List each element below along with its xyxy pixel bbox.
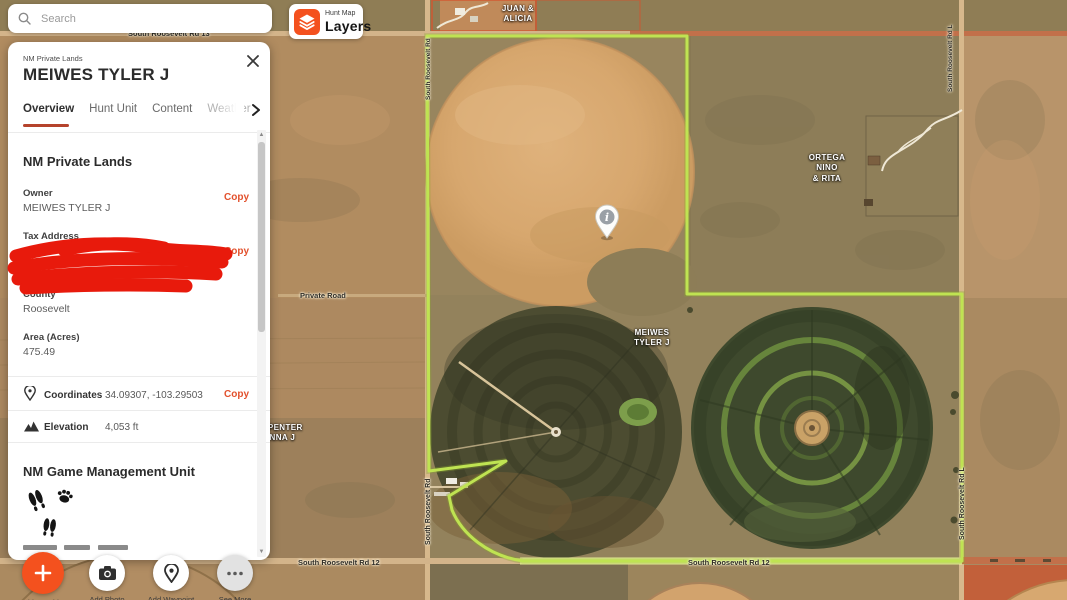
plus-icon: [34, 564, 52, 582]
clipped-text: [98, 545, 128, 550]
add-waypoint-button[interactable]: Add Waypoint: [142, 555, 200, 600]
panel-category: NM Private Lands: [23, 54, 83, 63]
search-icon: [18, 12, 31, 25]
crop-circle-right: [691, 307, 933, 549]
tax-address-label: Tax Address: [23, 231, 79, 242]
camera-icon: [98, 565, 117, 581]
clipped-text: [23, 545, 57, 550]
add-photo-button[interactable]: Add Photo: [78, 555, 136, 600]
field-plot-outline: [866, 116, 958, 216]
road-label-right-vertical: South Roosevelt Rd L: [959, 467, 966, 540]
copy-tax-address-button[interactable]: Copy: [224, 246, 249, 257]
owner-value: MEIWES TYLER J: [23, 202, 110, 214]
action-bar: Add to Folder Add Photo Add Waypoint: [14, 555, 264, 600]
panel-title: MEIWES TYLER J: [23, 65, 169, 85]
active-tab-underline: [23, 124, 69, 127]
road-label-bottom-right: South Roosevelt Rd 12: [688, 558, 770, 567]
panel-scrollbar[interactable]: ▲ ▼: [257, 130, 266, 557]
owner-label: Owner: [23, 188, 53, 199]
road-label-private: Private Road: [300, 291, 346, 300]
section-game-unit-heading: NM Game Management Unit: [23, 464, 195, 479]
section-private-lands-heading: NM Private Lands: [23, 154, 132, 169]
close-icon[interactable]: [244, 52, 262, 70]
tab-fade: [218, 100, 244, 120]
waypoint-pin-icon: [164, 564, 179, 583]
map-owner-label-juan: JUAN & ALICIA: [488, 4, 548, 25]
search-input[interactable]: [39, 12, 262, 26]
map-app: i JUAN & ALICIA ORTEGA NINO & RITA MEIWE…: [0, 0, 1067, 600]
layers-icon: [294, 9, 320, 35]
scrollbar-thumb[interactable]: [258, 142, 265, 332]
layers-button[interactable]: Hunt Map Layers: [289, 4, 363, 39]
property-info-panel: NM Private Lands MEIWES TYLER J Overview…: [8, 42, 270, 560]
county-value: Roosevelt: [23, 303, 70, 315]
layers-button-title: Layers: [325, 19, 371, 33]
area-value: 475.49: [23, 346, 55, 358]
divider: [8, 410, 270, 411]
add-waypoint-label: Add Waypoint: [148, 595, 194, 600]
layers-button-subtitle: Hunt Map: [325, 10, 371, 17]
add-photo-label: Add Photo: [89, 595, 124, 600]
see-more-button[interactable]: See More: [206, 555, 264, 600]
copy-coordinates-button[interactable]: Copy: [224, 389, 249, 400]
coordinates-pin-icon: [24, 386, 36, 401]
search-bar: [8, 4, 272, 33]
county-label: County: [23, 289, 56, 300]
clipped-text: [64, 545, 90, 550]
area-label: Area (Acres): [23, 332, 80, 343]
ellipsis-icon: [226, 571, 244, 576]
copy-owner-button[interactable]: Copy: [224, 192, 249, 203]
tab-content[interactable]: Content: [152, 103, 192, 115]
divider: [8, 132, 270, 133]
tab-overview[interactable]: Overview: [23, 103, 74, 115]
svg-text:i: i: [605, 211, 609, 224]
road-label-left-vertical-top: South Roosevelt Rd: [425, 38, 432, 100]
road-label-left-vertical: South Roosevelt Rd: [425, 478, 432, 545]
divider: [8, 376, 270, 377]
tab-hunt-unit[interactable]: Hunt Unit: [89, 103, 137, 115]
road-label-bottom-left: South Roosevelt Rd 12: [298, 558, 380, 567]
coordinates-value: 34.09307, -103.29503: [105, 390, 203, 401]
add-to-folder-button[interactable]: Add to Folder: [14, 555, 72, 600]
divider: [8, 442, 270, 443]
coordinates-label: Coordinates: [44, 390, 102, 401]
map-owner-label-meiwes: MEIWES TYLER J: [622, 328, 682, 349]
scroll-up-arrow[interactable]: ▲: [257, 130, 266, 140]
road-label-right-vertical-top: South Roosevelt Rd L: [947, 24, 954, 92]
elevation-label: Elevation: [44, 422, 88, 433]
animal-tracks-icon: [26, 488, 82, 542]
elevation-value: 4,053 ft: [105, 422, 138, 433]
map-owner-label-ortega: ORTEGA NINO & RITA: [797, 153, 857, 184]
tabs-next-chevron-icon[interactable]: [251, 103, 261, 117]
panel-tabs: Overview Hunt Unit Content Weather: [23, 103, 251, 115]
see-more-label: See More: [219, 595, 252, 600]
elevation-mountain-icon: [24, 421, 39, 432]
